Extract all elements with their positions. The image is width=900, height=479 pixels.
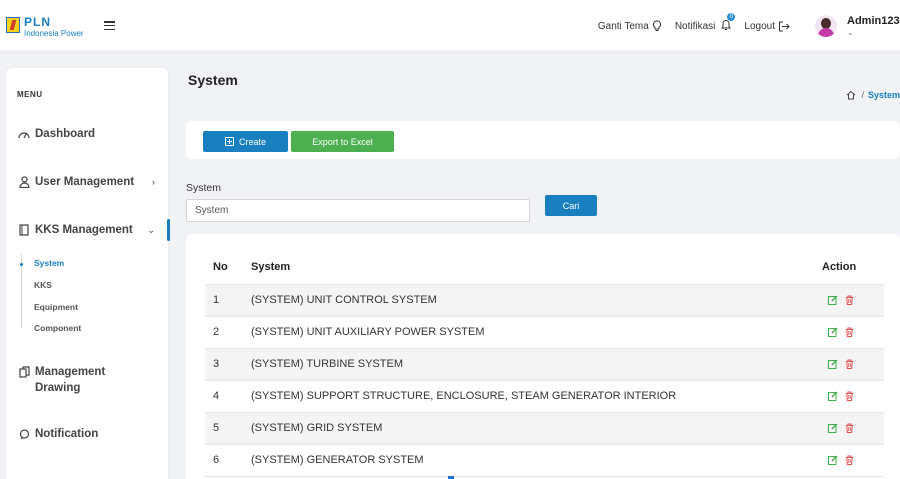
logout-label: Logout: [744, 20, 775, 32]
export-excel-button[interactable]: Export to Excel: [291, 131, 394, 152]
hamburger-menu-icon[interactable]: [104, 21, 115, 30]
delete-icon[interactable]: [845, 455, 854, 465]
active-dot: [20, 263, 23, 266]
submenu-item-component[interactable]: Component: [34, 323, 81, 333]
edit-icon[interactable]: [828, 295, 838, 305]
row-number: 6: [205, 444, 243, 477]
delete-icon[interactable]: [845, 295, 854, 305]
table-row: 5 (SYSTEM) GRID SYSTEM: [205, 412, 884, 445]
user-name: Admin123: [847, 15, 900, 27]
submenu-item-kks[interactable]: KKS: [34, 280, 52, 290]
plus-square-icon: [224, 137, 234, 146]
chat-icon: [17, 428, 31, 440]
theme-toggle-button[interactable]: Ganti Tema: [598, 20, 662, 32]
row-system-name: (SYSTEM) GRID SYSTEM: [243, 412, 814, 445]
dashboard-gauge-icon: [17, 130, 31, 139]
logo-subtitle: Indonesia Power: [24, 29, 84, 38]
table-row: 6 (SYSTEM) GENERATOR SYSTEM: [205, 444, 884, 477]
table-header-row: No System Action: [205, 251, 884, 285]
sidebar-item-label: Notification: [35, 428, 99, 440]
export-label: Export to Excel: [312, 136, 373, 147]
delete-icon[interactable]: [845, 391, 854, 401]
breadcrumb: / System: [846, 90, 900, 100]
search-button[interactable]: Cari: [545, 195, 597, 216]
row-system-name: (SYSTEM) UNIT AUXILIARY POWER SYSTEM: [243, 316, 814, 349]
copy-icon: [17, 366, 31, 378]
notification-label: Notifikasi: [674, 20, 716, 32]
submenu-item-system[interactable]: System: [34, 258, 64, 268]
page-title: System: [188, 72, 238, 88]
row-system-name: (SYSTEM) UNIT CONTROL SYSTEM: [243, 284, 814, 317]
table-row: 1 (SYSTEM) UNIT CONTROL SYSTEM: [205, 284, 884, 317]
avatar[interactable]: [815, 15, 837, 37]
row-system-name: (SYSTEM) GENERATOR SYSTEM: [243, 444, 814, 477]
toolbar-card: Create Export to Excel: [186, 121, 900, 159]
home-icon[interactable]: [846, 90, 856, 100]
table-card: No System Action 1 (SYSTEM) UNIT CONTROL …: [186, 234, 900, 479]
theme-label: Ganti Tema: [597, 20, 649, 32]
filter-label: System: [186, 182, 222, 194]
row-system-name: (SYSTEM) SUPPORT STRUCTURE, ENCLOSURE, S…: [243, 380, 814, 413]
table-row: 2 (SYSTEM) UNIT AUXILIARY POWER SYSTEM: [205, 316, 884, 349]
active-indicator: [167, 219, 170, 241]
user-menu[interactable]: Admin123 ⌄: [847, 15, 900, 37]
edit-icon[interactable]: [828, 455, 838, 465]
chevron-right-icon: ›: [152, 177, 155, 187]
sidebar: MENU Dashboard User Management › KKS Man…: [6, 68, 170, 479]
row-system-name: (SYSTEM) TURBINE SYSTEM: [243, 348, 814, 381]
system-table: No System Action 1 (SYSTEM) UNIT CONTROL …: [205, 251, 884, 477]
sidebar-item-kks-management[interactable]: KKS Management ⌄: [17, 224, 162, 236]
edit-icon[interactable]: [828, 423, 838, 433]
chevron-down-icon: ⌄: [847, 28, 854, 37]
delete-icon[interactable]: [845, 359, 854, 369]
submenu-item-equipment[interactable]: Equipment: [34, 302, 78, 312]
user-icon: [17, 176, 31, 188]
top-header: PLN Indonesia Power Ganti Tema Notifikas…: [0, 0, 900, 52]
sidebar-item-notification[interactable]: Notification: [17, 428, 162, 440]
pln-logo[interactable]: PLN Indonesia Power: [6, 16, 84, 38]
sidebar-item-dashboard[interactable]: Dashboard: [17, 128, 162, 140]
notification-button[interactable]: Notifikasi 0: [674, 12, 736, 34]
system-search-input[interactable]: [186, 199, 530, 222]
column-header-system: System: [243, 251, 814, 285]
sidebar-item-label: User Management: [35, 176, 135, 188]
create-button[interactable]: Create: [203, 131, 288, 152]
table-row: 4 (SYSTEM) SUPPORT STRUCTURE, ENCLOSURE, …: [205, 380, 884, 413]
notification-badge: 0: [727, 12, 736, 21]
breadcrumb-current: System: [867, 90, 900, 100]
delete-icon[interactable]: [845, 327, 854, 337]
chevron-down-icon: ⌄: [147, 224, 155, 235]
edit-icon[interactable]: [828, 327, 838, 337]
edit-icon[interactable]: [828, 391, 838, 401]
sidebar-item-user-management[interactable]: User Management ›: [17, 176, 162, 188]
sidebar-item-label: Dashboard: [35, 128, 96, 140]
row-number: 4: [205, 380, 243, 413]
row-number: 5: [205, 412, 243, 445]
lightbulb-icon: [652, 20, 661, 31]
search-label: Cari: [562, 200, 580, 211]
delete-icon[interactable]: [845, 423, 854, 433]
sidebar-item-management-drawing[interactable]: Management Drawing: [17, 364, 162, 396]
menu-title: MENU: [17, 90, 43, 99]
table-row: 3 (SYSTEM) TURBINE SYSTEM: [205, 348, 884, 381]
row-number: 1: [205, 284, 243, 317]
row-number: 2: [205, 316, 243, 349]
logo-name: PLN: [24, 15, 51, 29]
sidebar-item-label: KKS Management: [35, 224, 133, 236]
book-icon: [17, 224, 31, 236]
create-label: Create: [238, 136, 266, 147]
sidebar-item-label: Management Drawing: [35, 366, 106, 394]
row-number: 3: [205, 348, 243, 381]
pln-logo-icon: [6, 17, 20, 33]
logout-icon: [779, 21, 790, 31]
column-header-no: No: [205, 251, 243, 285]
column-header-action: Action: [814, 251, 884, 285]
edit-icon[interactable]: [828, 359, 838, 369]
logout-button[interactable]: Logout: [744, 21, 790, 32]
kks-submenu: System KKS Equipment Component: [20, 254, 81, 333]
